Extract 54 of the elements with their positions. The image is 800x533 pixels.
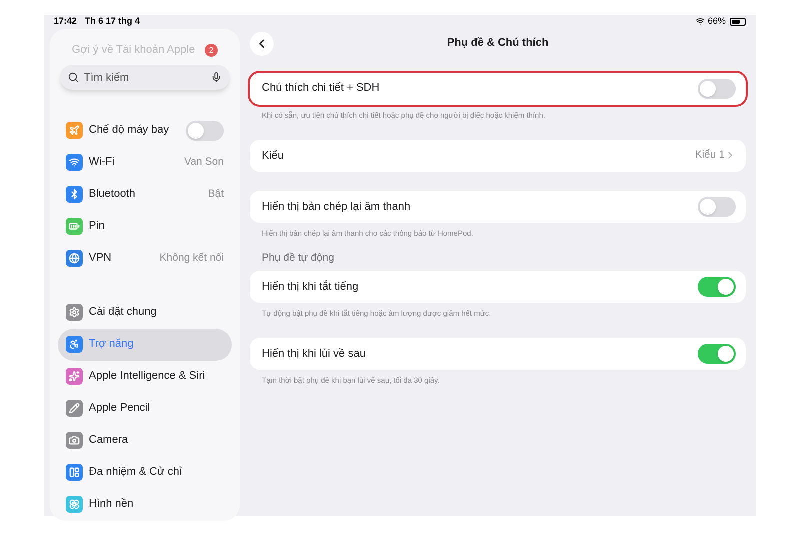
toggle-switch[interactable]	[698, 276, 736, 297]
sidebar-label: Trợ năng	[89, 337, 135, 352]
notification-badge: 2	[205, 44, 218, 57]
toggle-switch[interactable]	[698, 344, 736, 364]
sidebar-label: Đa nhiệm & Cử chỉ	[89, 465, 183, 480]
sidebar-label: Apple Intelligence & Siri	[89, 369, 206, 384]
sidebar-item[interactable]: Đa nhiệm & Cử chỉ	[58, 456, 232, 488]
toggle-switch[interactable]	[698, 78, 736, 98]
toggle-switch[interactable]	[186, 120, 224, 140]
sidebar-label: Camera	[89, 433, 130, 448]
status-time: 17:42	[54, 15, 78, 28]
sidebar-label: Chế độ máy bay	[89, 123, 170, 138]
sidebar-label: Bluetooth	[89, 187, 136, 202]
sidebar-label: Apple Pencil	[89, 401, 152, 416]
sidebar-item[interactable]: VPN Không kết nối	[58, 242, 232, 274]
sidebar-label: Wi-Fi	[89, 155, 116, 170]
row-label: Hiển thị khi tắt tiếng	[262, 280, 360, 294]
sidebar-value: Bật	[208, 186, 224, 202]
row-label: Hiển thị bản chép lại âm thanh	[262, 200, 412, 214]
microphone-icon	[211, 72, 222, 82]
settings-row[interactable]: Hiển thị bản chép lại âm thanh	[250, 190, 746, 223]
status-date: Th 6 17 thg 4	[85, 15, 142, 28]
search-field[interactable]: Tìm kiếm	[60, 65, 230, 90]
sidebar-item[interactable]: Apple Pencil	[58, 392, 232, 424]
sidebar-item[interactable]: Pin	[58, 210, 232, 242]
battery-icon	[730, 18, 746, 26]
sidebar-item[interactable]: Chế độ máy bay	[58, 114, 232, 146]
sidebar-label: Pin	[89, 219, 106, 234]
wifi-icon	[696, 17, 705, 26]
sidebar-label: VPN	[89, 251, 113, 266]
sidebar-item[interactable]: Bluetooth Bật	[58, 178, 232, 210]
settings-row[interactable]: Hiển thị khi lùi về sau	[250, 338, 746, 370]
sidebar-label: Hình nền	[89, 497, 135, 512]
sidebar-item[interactable]: Camera	[58, 424, 232, 456]
sidebar-item[interactable]: Wi-Fi Van Son	[58, 146, 232, 178]
sidebar-label: Cài đặt chung	[89, 305, 158, 320]
battery-percent: 66%	[708, 15, 726, 28]
sidebar-item[interactable]: Cài đặt chung	[58, 296, 232, 328]
section-header: Phụ đề tự động	[261, 251, 336, 266]
row-label: Hiển thị khi lùi về sau	[262, 346, 367, 362]
sidebar-value: Không kết nối	[160, 250, 224, 266]
search-icon	[68, 72, 79, 82]
toggle-switch[interactable]	[698, 196, 736, 217]
page-title: Phụ đề & Chú thích	[446, 36, 550, 52]
row-label: Kiểu	[262, 148, 286, 164]
sidebar-value: Van Son	[184, 154, 224, 170]
settings-row[interactable]: Kiểu Kiểu 1	[250, 140, 746, 172]
sidebar-item[interactable]: Apple Intelligence & Siri	[58, 360, 232, 392]
settings-row[interactable]: Hiển thị khi tắt tiếng	[250, 270, 746, 303]
sidebar-item[interactable]: Hình nền	[58, 488, 232, 520]
settings-row[interactable]: Chú thích chi tiết + SDH	[250, 72, 746, 104]
row-label: Chú thích chi tiết + SDH	[262, 81, 381, 96]
back-button[interactable]	[250, 32, 274, 56]
row-value: Kiểu 1	[695, 148, 725, 163]
